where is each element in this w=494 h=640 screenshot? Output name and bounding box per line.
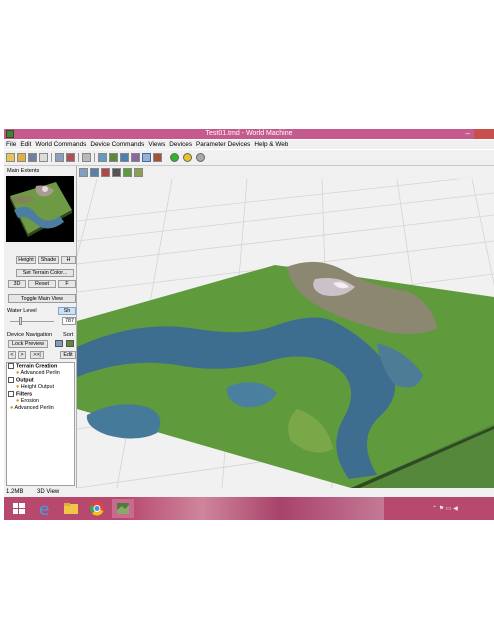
view-camera-icon[interactable] [79, 168, 88, 177]
system-tray[interactable]: ⌃ ⚑ ▭ ◀ [432, 505, 458, 512]
main-extents-preview[interactable] [6, 176, 74, 242]
reset-button[interactable]: Reset [28, 280, 56, 288]
terrain-icon[interactable] [109, 153, 118, 162]
lock-preview-button[interactable]: Lock Preview [8, 340, 48, 348]
sort-label: Sort [63, 332, 74, 338]
view-record-icon[interactable] [112, 168, 121, 177]
tree-item-terrain-creation[interactable]: Terrain Creation [8, 363, 57, 369]
shade-button[interactable]: Shade [38, 256, 59, 264]
nav-last-button[interactable]: >>| [30, 351, 44, 359]
gray-build-icon[interactable] [196, 153, 205, 162]
terrain-3d-render [77, 179, 494, 488]
toolbar-separator [51, 153, 52, 162]
water-level-toggle[interactable]: Sh [58, 307, 76, 315]
main-toolbar [4, 150, 494, 166]
settings-icon[interactable] [82, 153, 91, 162]
tree-item-erosion[interactable]: ● Erosion [16, 398, 39, 404]
window-titlebar: Test01.tmd - World Machine – [4, 129, 494, 139]
3d-viewport[interactable] [77, 179, 494, 488]
h-button[interactable]: H [61, 256, 76, 264]
status-bar: 1.2MB 3D View [4, 488, 494, 497]
tree-item-height-output[interactable]: ● Height Output [16, 384, 54, 390]
menu-world-commands[interactable]: World Commands [35, 141, 86, 148]
toolbar-separator [94, 153, 95, 162]
nav-next-button[interactable]: > [18, 351, 26, 359]
world-machine-taskbar-icon[interactable] [112, 499, 134, 518]
menu-help-web[interactable]: Help & Web [254, 141, 288, 148]
yellow-build-icon[interactable] [183, 153, 192, 162]
globe-icon[interactable] [120, 153, 129, 162]
sort-tree-icon[interactable] [66, 340, 74, 347]
window-title: Test01.tmd - World Machine [205, 130, 293, 137]
device-icon: ● [10, 405, 14, 411]
device-icon: ● [16, 370, 20, 376]
start-button[interactable] [8, 499, 30, 518]
terrain-thumbnail [10, 182, 72, 237]
view-render-icon[interactable] [101, 168, 110, 177]
tree-item-filters[interactable]: Filters [8, 391, 32, 397]
filters-icon [8, 391, 14, 397]
windows-logo-icon [13, 503, 25, 514]
output-icon [8, 377, 14, 383]
height-button[interactable]: Height [16, 256, 36, 264]
menu-device-commands[interactable]: Device Commands [90, 141, 144, 148]
layers-icon[interactable] [131, 153, 140, 162]
menu-parameter-devices[interactable]: Parameter Devices [196, 141, 250, 148]
paint-icon[interactable] [153, 153, 162, 162]
menu-devices[interactable]: Devices [169, 141, 192, 148]
menu-bar: File Edit World Commands Device Commands Vie… [4, 140, 494, 149]
view-terrain-icon[interactable] [123, 168, 132, 177]
svg-text:e: e [39, 500, 49, 518]
chrome-icon[interactable] [86, 499, 108, 518]
save-icon[interactable] [28, 153, 37, 162]
menu-views[interactable]: Views [148, 141, 165, 148]
water-level-label: Water Level [7, 308, 37, 314]
view-texture-icon[interactable] [134, 168, 143, 177]
toolbar-separator [78, 153, 79, 162]
pointer-icon[interactable] [39, 153, 48, 162]
minimize-button[interactable]: – [466, 129, 470, 139]
terrain-view-icon[interactable] [142, 153, 151, 162]
tree-item-advanced-perlin-2[interactable]: ● Advanced Perlin [10, 405, 54, 411]
tree-item-advanced-perlin[interactable]: ● Advanced Perlin [16, 370, 60, 376]
main-extents-label: Main Extents [7, 168, 40, 174]
new-file-icon[interactable] [6, 153, 15, 162]
3d-button[interactable]: 3D [8, 280, 26, 288]
device-icon: ● [16, 384, 20, 390]
edit-button[interactable]: Edit [60, 351, 76, 359]
grid-icon[interactable] [98, 153, 107, 162]
nav-prev-button[interactable]: < [8, 351, 16, 359]
device-navigation-label: Device Navigation [7, 332, 53, 338]
sort-grid-icon[interactable] [55, 340, 63, 347]
set-terrain-color-button[interactable]: Set Terrain Color... [16, 269, 74, 277]
memory-status: 1.2MB [6, 489, 24, 495]
toggle-main-view-button[interactable]: Toggle Main View [8, 294, 76, 303]
f-button[interactable]: F [58, 280, 76, 288]
menu-file[interactable]: File [6, 141, 16, 148]
view-screen-icon[interactable] [90, 168, 99, 177]
terrain-creation-icon [8, 363, 14, 369]
internet-explorer-icon[interactable]: e [34, 499, 56, 520]
tree-item-output[interactable]: Output [8, 377, 34, 383]
water-level-value-field[interactable]: 787 [62, 317, 76, 325]
water-level-slider-thumb[interactable] [19, 317, 22, 325]
close-button[interactable] [474, 129, 494, 139]
menu-edit[interactable]: Edit [20, 141, 31, 148]
taskbar-wallpaper [124, 497, 384, 520]
file-explorer-icon[interactable] [60, 499, 82, 518]
left-panel: Main Extents Height Shade H Set Terrain … [4, 166, 77, 488]
green-build-icon[interactable] [170, 153, 179, 162]
windows-taskbar: e ⌃ ⚑ ▭ ◀ [4, 497, 494, 520]
water-level-slider-track[interactable] [10, 321, 54, 322]
image-icon[interactable] [66, 153, 75, 162]
open-folder-icon[interactable] [17, 153, 26, 162]
view-status: 3D View [37, 489, 60, 495]
view-toolbar [77, 166, 494, 179]
device-icon: ● [16, 398, 20, 404]
chart-icon[interactable] [55, 153, 64, 162]
